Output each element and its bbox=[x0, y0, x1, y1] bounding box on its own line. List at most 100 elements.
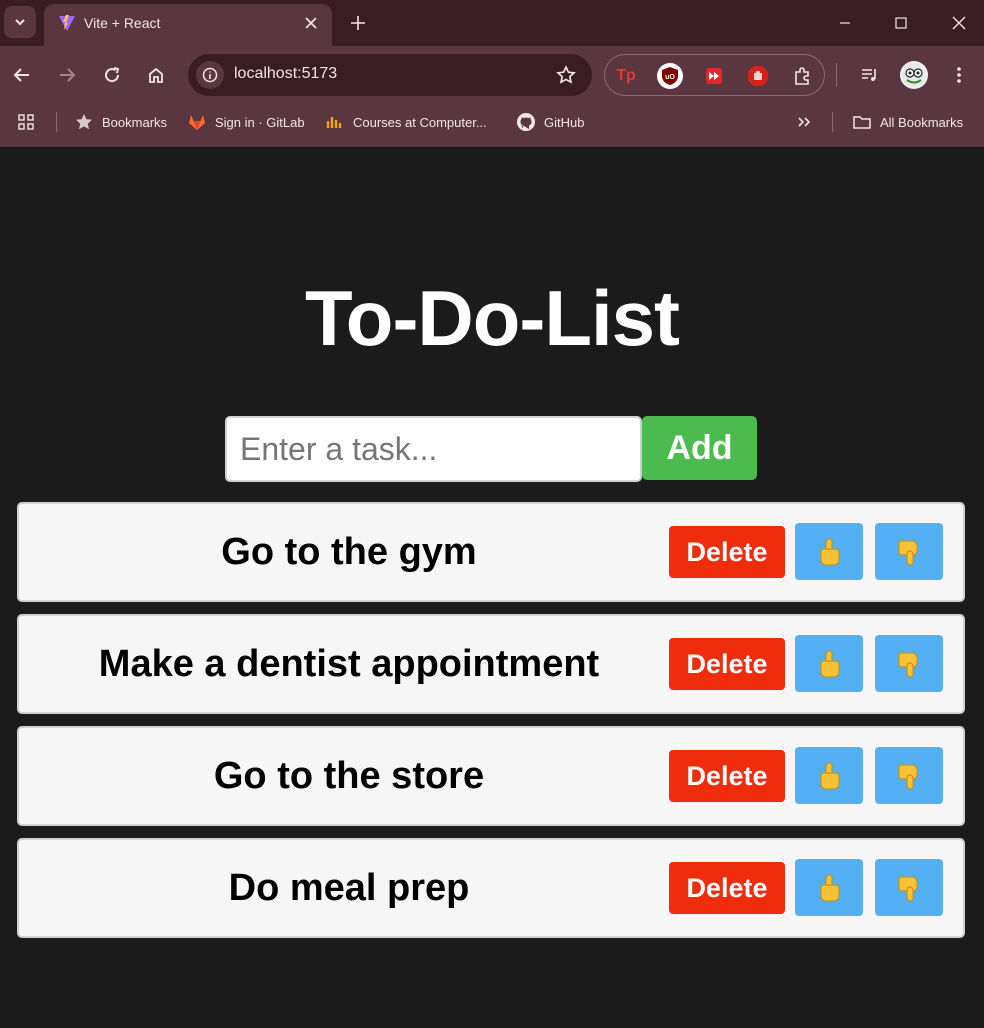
bookmark-item-bookmarks[interactable]: Bookmarks bbox=[74, 111, 167, 133]
forward-button[interactable] bbox=[53, 61, 81, 89]
new-tab-button[interactable] bbox=[344, 9, 372, 37]
task-item: Go to the gym Delete bbox=[17, 502, 965, 602]
home-icon bbox=[149, 67, 163, 83]
delete-button[interactable]: Delete bbox=[669, 862, 785, 914]
bookmark-label: Bookmarks bbox=[102, 114, 168, 130]
maximize-button[interactable] bbox=[886, 8, 916, 38]
github-icon bbox=[517, 113, 535, 131]
tab-strip: Vite + React bbox=[0, 0, 984, 46]
task-item: Make a dentist appointment Delete bbox=[17, 614, 965, 714]
puzzle-icon bbox=[795, 67, 809, 85]
star-icon bbox=[556, 65, 576, 84]
all-bookmarks-label: All Bookmarks bbox=[880, 114, 964, 130]
avatar-icon bbox=[902, 63, 926, 87]
move-down-button[interactable] bbox=[875, 635, 943, 692]
task-input[interactable] bbox=[225, 416, 642, 482]
tab-close-button[interactable] bbox=[300, 12, 322, 34]
delete-button[interactable]: Delete bbox=[669, 750, 785, 802]
star-icon bbox=[76, 114, 92, 130]
menu-button[interactable] bbox=[945, 61, 973, 89]
delete-button[interactable]: Delete bbox=[669, 526, 785, 578]
pointing-down-icon bbox=[898, 540, 918, 565]
maximize-icon bbox=[895, 17, 907, 29]
back-button[interactable] bbox=[8, 61, 36, 89]
info-icon bbox=[202, 67, 218, 83]
extensions-button[interactable] bbox=[789, 63, 815, 89]
move-up-button[interactable] bbox=[795, 635, 863, 692]
arrow-left-icon bbox=[13, 68, 29, 82]
chevron-down-icon bbox=[15, 19, 25, 26]
reload-icon bbox=[105, 67, 120, 83]
url-text: localhost:5173 bbox=[234, 65, 338, 82]
apps-button[interactable] bbox=[16, 111, 36, 133]
bookmarks-overflow-button[interactable] bbox=[794, 111, 814, 133]
pointing-up-icon bbox=[820, 762, 840, 789]
pointing-down-icon bbox=[898, 652, 918, 677]
media-queue-icon bbox=[862, 69, 876, 81]
ublock-extension-icon[interactable]: uO bbox=[657, 63, 683, 89]
move-up-button[interactable] bbox=[795, 747, 863, 804]
move-down-button[interactable] bbox=[875, 859, 943, 916]
tp-extension-icon[interactable]: Tp bbox=[613, 63, 639, 89]
profile-avatar[interactable] bbox=[900, 61, 928, 89]
task-text: Go to the store bbox=[213, 754, 485, 797]
task-text: Go to the gym bbox=[221, 530, 477, 573]
close-icon bbox=[952, 16, 966, 30]
browser-toolbar: localhost:5173 Tp uO bbox=[0, 46, 984, 104]
gitlab-icon bbox=[189, 115, 205, 130]
move-down-button[interactable] bbox=[875, 747, 943, 804]
reload-button[interactable] bbox=[98, 61, 126, 89]
tab-title: Vite + React bbox=[84, 15, 161, 31]
bookmark-label: Courses at Computer... bbox=[353, 114, 487, 130]
address-bar[interactable]: localhost:5173 bbox=[188, 54, 592, 96]
double-chevron-right-icon bbox=[798, 117, 811, 127]
vite-icon bbox=[59, 15, 75, 31]
hand-stop-icon bbox=[748, 66, 768, 86]
delete-button[interactable]: Delete bbox=[669, 638, 785, 690]
task-item: Go to the store Delete bbox=[17, 726, 965, 826]
move-down-button[interactable] bbox=[875, 523, 943, 580]
stop-extension-icon[interactable] bbox=[745, 63, 771, 89]
pointing-down-icon bbox=[898, 876, 918, 901]
bookmark-item-gitlab[interactable]: Sign in · GitLab bbox=[187, 111, 305, 133]
svg-text:uO: uO bbox=[665, 74, 675, 81]
bookmark-star-button[interactable] bbox=[554, 63, 578, 87]
task-list: Go to the gym Delete Make a dentist appo… bbox=[17, 502, 965, 950]
extensions-group: Tp uO bbox=[604, 54, 825, 96]
pointing-down-icon bbox=[898, 764, 918, 789]
all-bookmarks-button[interactable]: All Bookmarks bbox=[852, 111, 963, 133]
move-up-button[interactable] bbox=[795, 523, 863, 580]
arrow-right-icon bbox=[60, 68, 76, 82]
move-up-button[interactable] bbox=[795, 859, 863, 916]
ublock-icon: uO bbox=[662, 67, 678, 85]
tab-active[interactable]: Vite + React bbox=[44, 4, 332, 46]
app-page: To-Do-List Add Go to the gym Delete Make… bbox=[0, 147, 984, 1028]
close-window-button[interactable] bbox=[944, 8, 974, 38]
pointing-up-icon bbox=[820, 650, 840, 677]
media-control-button[interactable] bbox=[856, 61, 884, 89]
toolbar-divider bbox=[836, 63, 837, 87]
bookmark-item-courses[interactable]: Courses at Computer... bbox=[325, 111, 487, 133]
folder-icon bbox=[853, 116, 871, 129]
add-task-button[interactable]: Add bbox=[642, 416, 757, 480]
page-title: To-Do-List bbox=[304, 274, 680, 362]
tab-search-button[interactable] bbox=[4, 6, 36, 38]
minimize-icon bbox=[840, 22, 850, 24]
pointing-up-icon bbox=[820, 874, 840, 901]
task-text: Make a dentist appointment bbox=[98, 642, 600, 685]
bookmarks-divider bbox=[56, 112, 57, 132]
minimize-button[interactable] bbox=[830, 8, 860, 38]
plus-icon bbox=[351, 16, 365, 30]
apps-grid-icon bbox=[18, 114, 34, 130]
close-icon bbox=[305, 17, 317, 29]
site-info-button[interactable] bbox=[196, 61, 224, 89]
fastforward-extension-icon[interactable] bbox=[701, 63, 727, 89]
pointing-up-icon bbox=[820, 538, 840, 565]
bookmarks-bar: Bookmarks Sign in · GitLab Courses at Co… bbox=[0, 104, 984, 140]
bookmark-item-github[interactable]: GitHub bbox=[516, 111, 584, 133]
bookmark-label: GitHub bbox=[544, 114, 585, 130]
home-button[interactable] bbox=[142, 61, 170, 89]
task-text: Do meal prep bbox=[228, 866, 470, 909]
browser-chrome: Vite + React localhost:5173 Tp uO Bookma… bbox=[0, 0, 984, 147]
fast-forward-icon bbox=[706, 68, 722, 84]
